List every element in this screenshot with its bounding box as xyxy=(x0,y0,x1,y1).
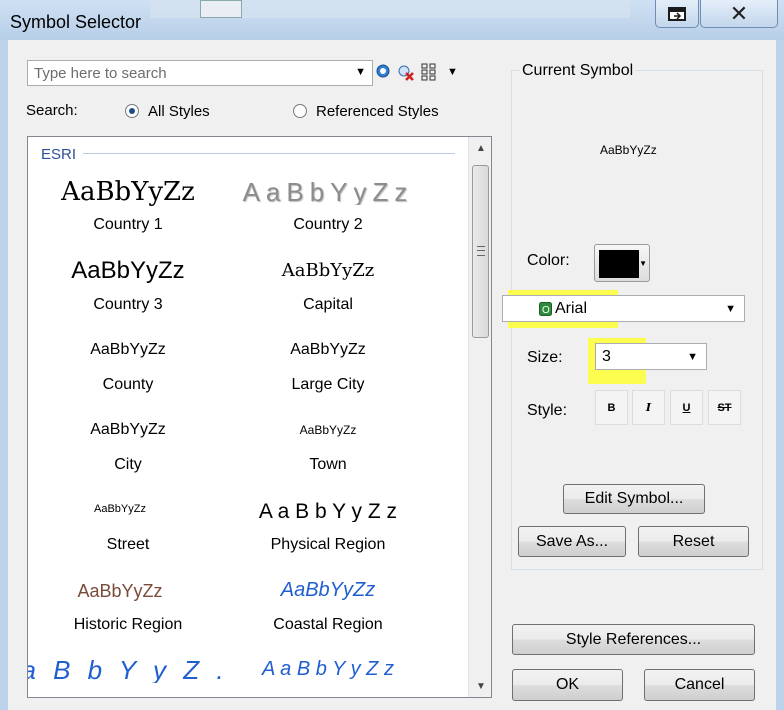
gallery-scrollbar[interactable]: ▲ ▼ xyxy=(468,137,491,697)
symbol-sample: AaBbYyZz xyxy=(94,503,146,515)
search-input[interactable]: Type here to search ▼ xyxy=(27,60,373,86)
symbol-name: Town xyxy=(309,456,347,473)
symbol-name: Country 3 xyxy=(93,296,163,313)
symbol-name: Large City xyxy=(291,376,365,393)
chevron-down-icon[interactable]: ▼ xyxy=(447,66,458,78)
group-divider xyxy=(83,153,455,154)
current-symbol-title: Current Symbol xyxy=(520,62,636,80)
symbol-sample: AaBbYyZz xyxy=(90,421,166,438)
symbol-sample: AaBbYyZz xyxy=(281,260,375,281)
size-dropdown[interactable]: 3 ▼ xyxy=(595,343,707,370)
symbol-name: City xyxy=(114,456,142,473)
symbol-sample: AaBbYyZz xyxy=(280,579,376,601)
bold-button[interactable]: B xyxy=(595,390,628,425)
ok-button[interactable]: OK xyxy=(512,669,623,701)
symbol-sample: A a B b Y y Z z xyxy=(262,658,394,680)
search-placeholder: Type here to search xyxy=(34,65,167,82)
grip-icon xyxy=(477,246,485,256)
restore-icon xyxy=(668,6,686,21)
restore-button[interactable] xyxy=(655,0,699,28)
symbol-name: Country 1 xyxy=(93,216,163,233)
svg-text:O: O xyxy=(542,305,550,316)
reset-button[interactable]: Reset xyxy=(638,526,749,557)
cancel-button[interactable]: Cancel xyxy=(644,669,755,701)
underline-button[interactable]: U xyxy=(670,390,703,425)
scrollbar-thumb[interactable] xyxy=(472,165,489,338)
opentype-font-icon: O xyxy=(539,302,552,316)
style-label: Style: xyxy=(527,402,568,419)
symbol-name: Street xyxy=(106,536,150,553)
radio-all-styles[interactable] xyxy=(125,104,139,118)
chevron-down-icon: ▼ xyxy=(687,351,698,363)
symbol-sample: AaBbYyZz xyxy=(242,179,414,205)
strikethrough-button[interactable]: ST xyxy=(708,390,741,425)
symbol-sample: a B b Y y Z . xyxy=(27,657,229,683)
symbol-sample: AaBbYyZz xyxy=(71,257,185,284)
view-options-icon[interactable] xyxy=(421,63,439,81)
scroll-up-arrow-icon[interactable]: ▲ xyxy=(469,137,491,159)
window-title: Symbol Selector xyxy=(10,12,142,32)
symbol-gallery[interactable]: ESRI AaBbYyZz Country 1 AaBbYyZz Country… xyxy=(27,136,492,698)
radio-referenced-styles-label[interactable]: Referenced Styles xyxy=(316,103,439,120)
symbol-name: Coastal Region xyxy=(273,616,383,633)
symbol-name: Capital xyxy=(303,296,353,313)
style-references-button[interactable]: Style References... xyxy=(512,624,755,655)
symbol-name: Country 2 xyxy=(293,216,363,233)
symbol-name: Physical Region xyxy=(270,536,386,553)
close-button[interactable]: ✕ xyxy=(700,0,778,28)
clear-search-icon[interactable] xyxy=(397,63,415,81)
color-label: Color: xyxy=(527,252,570,269)
size-label: Size: xyxy=(527,349,563,366)
symbol-selector-window: Symbol Selector ✕ Type here to search ▼ xyxy=(0,0,784,710)
search-scope-label: Search: xyxy=(26,102,78,119)
radio-referenced-styles[interactable] xyxy=(293,104,307,118)
symbol-sample: AaBbYyZz xyxy=(299,423,357,437)
font-value: Arial xyxy=(555,300,588,317)
color-swatch xyxy=(599,250,639,278)
chevron-down-icon: ▼ xyxy=(639,259,647,268)
background-window-icon xyxy=(200,0,242,18)
chevron-down-icon: ▼ xyxy=(725,303,736,315)
symbol-sample: AaBbYyZz xyxy=(77,581,163,601)
symbol-name: County xyxy=(102,376,154,393)
font-dropdown[interactable]: O Arial ▼ xyxy=(502,295,745,322)
size-value: 3 xyxy=(602,348,611,365)
gallery-group-title: ESRI xyxy=(41,146,77,163)
italic-button[interactable]: I xyxy=(632,390,665,425)
symbol-sample: AaBbYyZz xyxy=(290,341,366,358)
radio-all-styles-label[interactable]: All Styles xyxy=(148,103,210,120)
title-bar[interactable]: Symbol Selector ✕ xyxy=(0,0,784,40)
symbol-preview: AaBbYyZz xyxy=(600,143,657,157)
edit-symbol-button[interactable]: Edit Symbol... xyxy=(563,484,705,514)
chevron-down-icon[interactable]: ▼ xyxy=(355,66,366,78)
close-icon: ✕ xyxy=(729,0,749,26)
color-picker-button[interactable]: ▼ xyxy=(594,244,650,282)
symbol-name: Historic Region xyxy=(73,616,183,633)
dialog-body: Type here to search ▼ ▼ Search: All Styl… xyxy=(8,40,776,710)
symbol-sample: AaBbYyZz xyxy=(61,177,195,207)
save-as-button[interactable]: Save As... xyxy=(518,526,626,557)
symbol-sample: AaBbYyZz xyxy=(90,341,166,358)
search-icon[interactable] xyxy=(375,63,393,81)
symbol-sample: A a B b Y y Z z xyxy=(258,501,398,522)
scroll-down-arrow-icon[interactable]: ▼ xyxy=(469,675,491,697)
